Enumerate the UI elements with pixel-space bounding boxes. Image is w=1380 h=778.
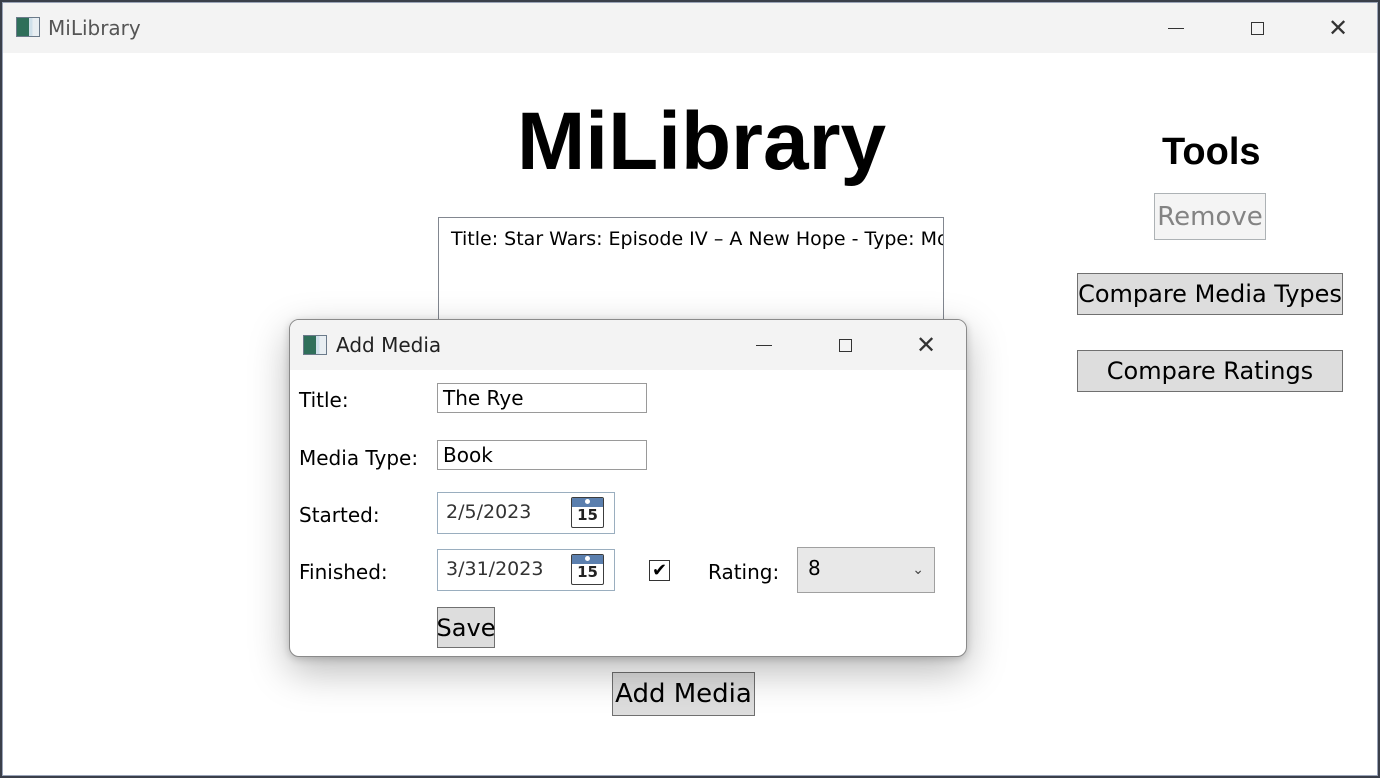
calendar-day: 15: [577, 563, 598, 581]
maximize-button[interactable]: [1229, 8, 1285, 48]
calendar-day: 15: [577, 506, 598, 524]
window-title: MiLibrary: [48, 16, 141, 40]
minimize-button[interactable]: [1148, 8, 1204, 48]
dialog-close-button[interactable]: ✕: [898, 325, 954, 365]
close-button[interactable]: ✕: [1310, 8, 1366, 48]
app-icon: [16, 17, 40, 37]
title-input[interactable]: The Rye: [437, 383, 647, 413]
minimize-icon: [756, 344, 772, 346]
rating-label: Rating:: [708, 560, 780, 584]
calendar-icon[interactable]: 15: [571, 497, 604, 528]
remove-button[interactable]: Remove: [1154, 193, 1266, 240]
minimize-icon: [1168, 27, 1184, 29]
rating-value: 8: [808, 556, 821, 580]
dialog-maximize-button[interactable]: [817, 325, 873, 365]
rating-select[interactable]: 8 ⌄: [797, 547, 935, 593]
maximize-icon: [1250, 21, 1264, 35]
dialog-app-icon: [303, 335, 327, 355]
dialog-title: Add Media: [336, 333, 442, 357]
list-item[interactable]: Title: Star Wars: Episode IV – A New Hop…: [451, 228, 943, 250]
close-icon: ✕: [1327, 14, 1349, 42]
compare-ratings-button[interactable]: Compare Ratings: [1077, 350, 1343, 392]
finished-checkbox[interactable]: ✔: [649, 560, 670, 581]
started-date-value[interactable]: 2/5/2023: [446, 501, 531, 523]
chevron-down-icon: ⌄: [912, 562, 924, 578]
finished-date-picker[interactable]: 3/31/2023 15: [437, 549, 615, 591]
started-date-picker[interactable]: 2/5/2023 15: [437, 492, 615, 534]
close-icon: ✕: [915, 331, 937, 359]
finished-date-value[interactable]: 3/31/2023: [446, 558, 543, 580]
dialog-minimize-button[interactable]: [736, 325, 792, 365]
tools-heading: Tools: [1162, 131, 1261, 173]
checkmark-icon: ✔: [651, 559, 668, 581]
calendar-icon[interactable]: 15: [571, 554, 604, 585]
started-label: Started:: [299, 503, 380, 527]
dialog-titlebar[interactable]: Add Media ✕: [290, 320, 966, 370]
finished-label: Finished:: [299, 560, 388, 584]
add-media-button[interactable]: Add Media: [612, 672, 755, 716]
compare-media-types-button[interactable]: Compare Media Types: [1077, 273, 1343, 315]
media-type-input[interactable]: Book: [437, 440, 647, 470]
title-label: Title:: [299, 388, 349, 412]
main-titlebar[interactable]: MiLibrary ✕: [3, 3, 1377, 53]
save-button[interactable]: Save: [437, 607, 495, 648]
add-media-dialog: Add Media ✕ Title: The Rye Media Type: B…: [289, 319, 967, 657]
maximize-icon: [838, 338, 852, 352]
media-type-label: Media Type:: [299, 446, 419, 470]
page-title: MiLibrary: [517, 96, 887, 187]
